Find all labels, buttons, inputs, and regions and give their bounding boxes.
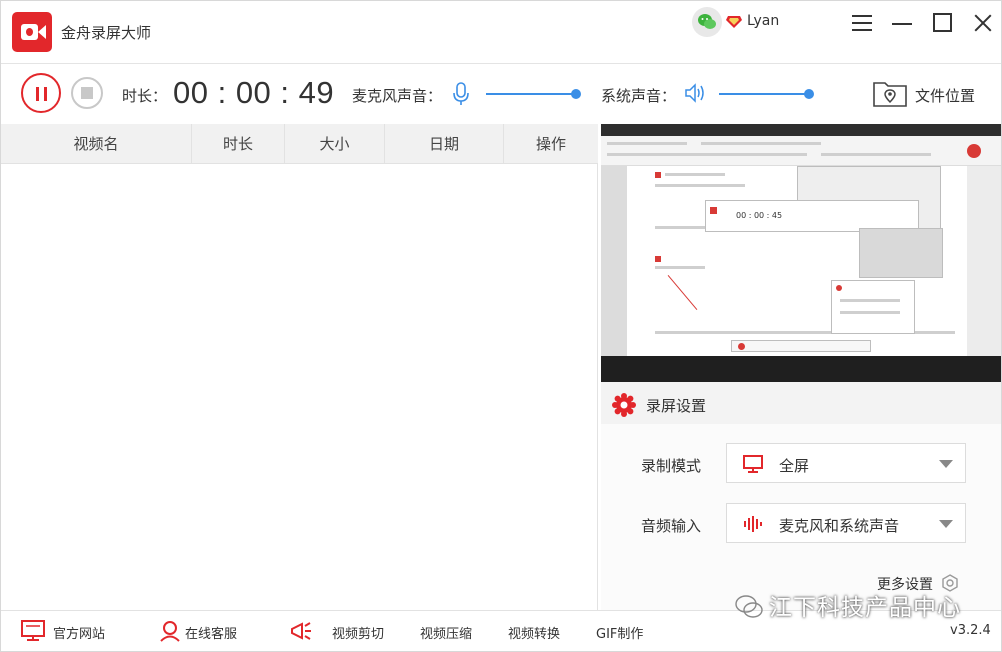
folder-location-icon[interactable]: [872, 77, 908, 113]
app-logo: [12, 12, 52, 52]
audio-input-label: 音频输入: [641, 517, 702, 535]
system-volume-slider[interactable]: [719, 89, 814, 99]
column-header-name[interactable]: 视频名: [1, 124, 192, 164]
mic-volume-label: 麦克风声音：: [352, 87, 443, 105]
system-volume-label: 系统声音：: [601, 87, 677, 105]
username[interactable]: Lyan: [747, 13, 779, 29]
app-window: 金舟录屏大师 Lyan 时长： 00 : 00 : 49 麦克风声音： 系统声音…: [0, 0, 1002, 652]
audio-input-value: 麦克风和系统声音: [779, 517, 900, 535]
wechat-watermark-icon: [734, 594, 764, 624]
recordings-table-header: 视频名 时长 大小 日期 操作: [1, 124, 598, 164]
minimize-button[interactable]: [890, 11, 916, 35]
megaphone-icon: [289, 620, 315, 646]
stop-button[interactable]: [71, 77, 103, 109]
gif-maker-link[interactable]: GIF制作: [596, 623, 643, 642]
column-header-date[interactable]: 日期: [385, 124, 504, 164]
settings-gear-icon: [612, 393, 636, 421]
monitor-icon: [21, 620, 45, 646]
duration-timer: 00 : 00 : 49: [173, 75, 335, 110]
menu-button[interactable]: [850, 11, 876, 35]
maximize-button[interactable]: [930, 11, 956, 35]
column-header-size[interactable]: 大小: [285, 124, 385, 164]
audio-wave-icon: [743, 515, 763, 537]
chevron-down-icon: [939, 460, 953, 468]
record-mode-label: 录制模式: [641, 457, 702, 475]
folder-location-button[interactable]: 文件位置: [915, 85, 975, 106]
microphone-icon[interactable]: [453, 82, 469, 110]
watermark-text: 江下科技产品中心: [769, 595, 961, 621]
mic-volume-slider[interactable]: [486, 89, 581, 99]
audio-input-select[interactable]: 麦克风和系统声音: [726, 503, 966, 543]
recording-settings-panel: 录屏设置 录制模式 全屏 音频输入 麦克风和系统声音 更多设置: [601, 382, 1001, 610]
column-header-duration[interactable]: 时长: [192, 124, 285, 164]
close-button[interactable]: [970, 11, 996, 35]
column-header-actions: 操作: [535, 135, 566, 153]
app-title: 金舟录屏大师: [61, 24, 152, 42]
speaker-icon[interactable]: [684, 83, 706, 107]
customer-service-icon: [159, 620, 181, 646]
video-cut-link[interactable]: 视频剪切: [332, 623, 384, 642]
mic-volume-knob[interactable]: [571, 89, 581, 99]
version-label: v3.2.4: [950, 623, 991, 638]
system-volume-knob[interactable]: [804, 89, 814, 99]
chevron-down-icon: [939, 520, 953, 528]
monitor-icon: [743, 455, 763, 477]
video-compress-link[interactable]: 视频压缩: [420, 623, 472, 642]
wechat-icon[interactable]: [692, 7, 722, 37]
vip-badge-icon: [726, 14, 742, 33]
official-website-link[interactable]: 官方网站: [53, 623, 105, 642]
preview-timer-text: 00 : 00 : 45: [736, 211, 783, 220]
camera-icon: [21, 24, 38, 40]
record-mode-value: 全屏: [779, 457, 810, 475]
pause-button[interactable]: [21, 73, 61, 113]
title-bar: 金舟录屏大师 Lyan: [1, 1, 1001, 63]
control-bar: 时长： 00 : 00 : 49 麦克风声音： 系统声音： 文件位置: [1, 63, 1001, 123]
settings-title: 录屏设置: [646, 397, 707, 415]
video-convert-link[interactable]: 视频转换: [508, 623, 560, 642]
duration-label: 时长：: [122, 87, 168, 105]
record-mode-select[interactable]: 全屏: [726, 443, 966, 483]
screen-preview: 00 : 00 : 45: [601, 124, 1001, 382]
recordings-list: [1, 164, 598, 610]
online-support-link[interactable]: 在线客服: [185, 623, 237, 642]
